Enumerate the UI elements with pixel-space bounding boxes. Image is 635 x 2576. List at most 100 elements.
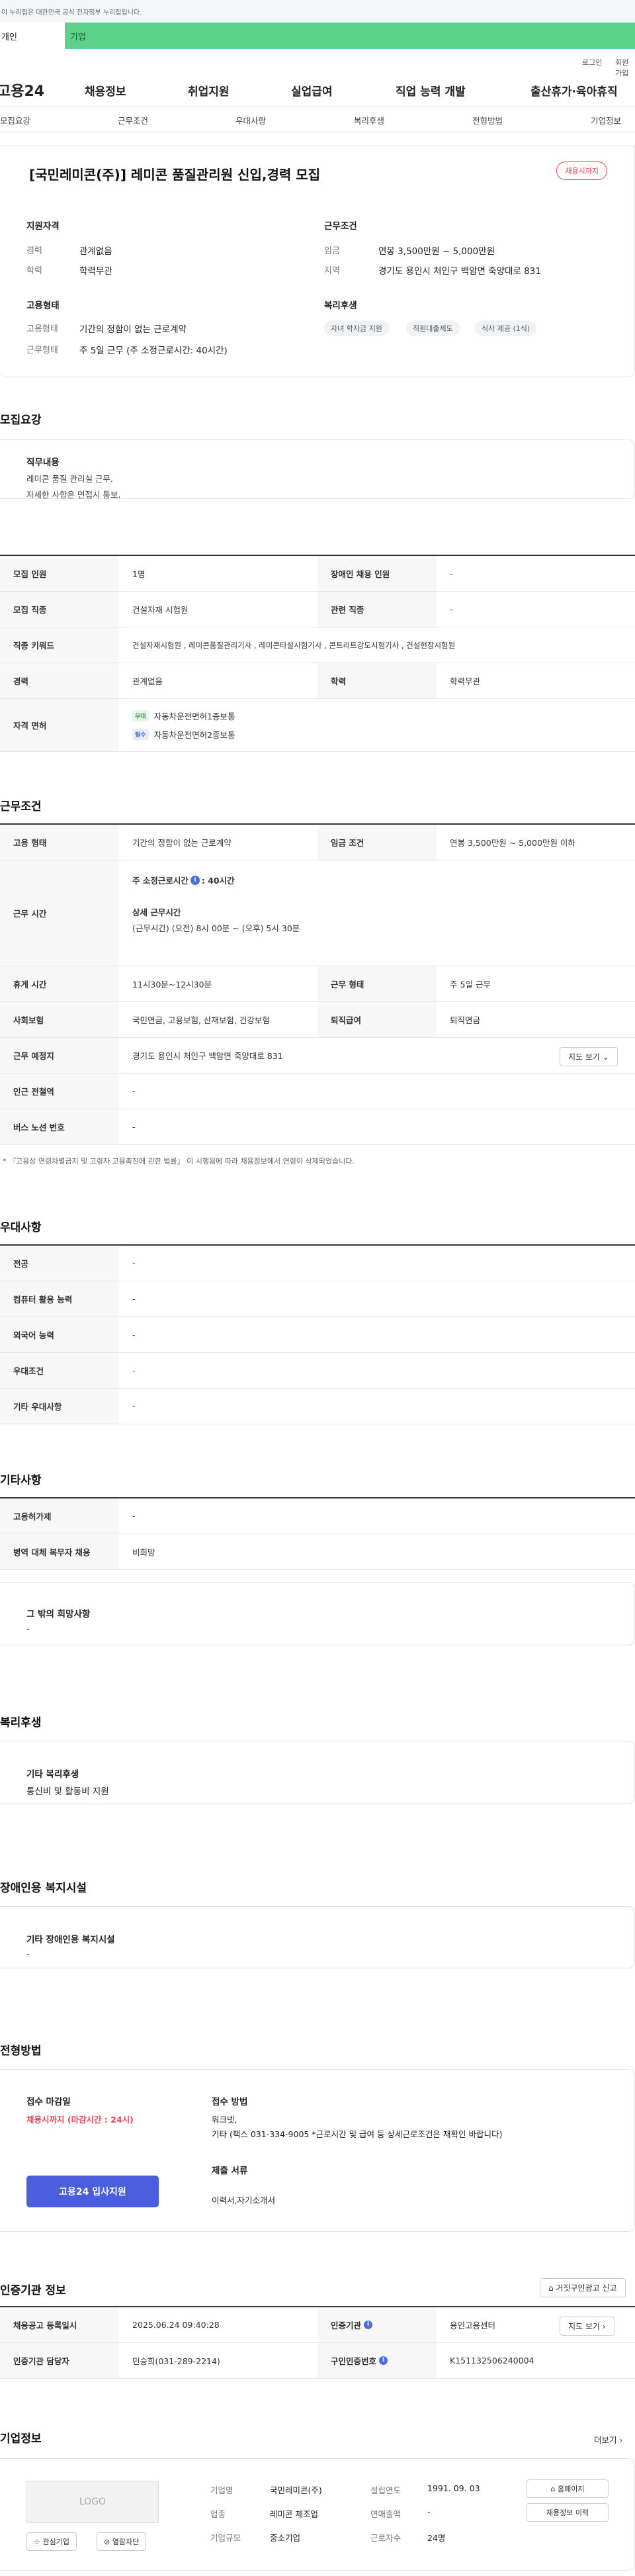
gnb-item-support[interactable]: 취업지원 [188,82,230,99]
report-button[interactable]: ⌂ 거짓구인광고 신고 [540,2278,626,2297]
company-name: 국민레미콘(주) [270,2485,322,2495]
row-value: - [450,569,453,578]
sales-label: 연매출액 [370,2509,402,2519]
row-label: 장애인 채용 인원 [318,556,437,591]
row-label: 인증기관 담당자 [0,2343,119,2378]
how-value: 워크넷, [212,2115,237,2125]
row-value: - [132,1330,136,1340]
other-value: - [26,1624,30,1634]
founded-label: 설립연도 [370,2485,402,2495]
row-label: 고용허가제 [0,1498,119,1534]
table-row: 인증기관 담당자 민승희(031-289-2214) 구인인증번호 i K1511… [0,2343,635,2379]
section-tabs: 모집요강 근무조건 우대사항 복리후생 전형방법 기업정보 [0,107,635,132]
info-icon[interactable]: i [364,2321,373,2329]
method-box [0,2069,635,2232]
table-row: 근무 예정지 경기도 용인시 처인구 백암면 죽양대로 831 지도 보기 ⌄ [0,1038,635,1074]
row-value: 11시30분~12시30분 [132,980,212,989]
employees-value: 24명 [427,2533,446,2543]
gnb-item-leave[interactable]: 출산휴가·육아휴직 [530,82,618,99]
tab-preference[interactable]: 우대사항 [235,114,266,126]
tab-company-info[interactable]: 기업정보 [591,114,621,126]
tab-welfare[interactable]: 복리후생 [354,114,384,126]
gnb-item-training[interactable]: 직업 능력 개발 [396,82,466,99]
welfare-chip: 식사 제공 (1식) [475,320,537,336]
row-label: 모집 인원 [0,556,119,591]
disab-title: 장애인용 복지시설 [0,1882,87,1895]
gnb-item-jobs[interactable]: 채용정보 [85,82,126,99]
table-row: 외국어 능력 - [0,1317,635,1353]
company-name-label: 기업명 [210,2485,233,2495]
row-value: - [450,604,453,614]
welfare-box-heading: 기타 복리후생 [26,1769,79,1780]
agency-table: 채용공고 등록일시 2025.06.24 09:40:28 인증기관 i 용인고용… [0,2306,635,2379]
row-label: 학력 [318,663,437,698]
row-label: 근무 형태 [318,966,437,1001]
history-button[interactable]: 채용정보 이력 [527,2503,609,2522]
row-value: 건설자재시험원 , 레미콘품질관리기사 , 레미콘타설시험기사 , 콘트리트강도… [132,640,456,650]
tab-company[interactable]: 기업 [65,23,635,49]
agency-map-button[interactable]: 지도 보기 › [560,2317,614,2336]
tab-conditions[interactable]: 근무조건 [118,114,148,126]
table-row: 채용공고 등록일시 2025.06.24 09:40:28 인증기관 i 용인고용… [0,2307,635,2343]
cond-heading: 근무조건 [324,221,357,232]
tab-personal[interactable]: 개인 [0,23,65,49]
tab-method[interactable]: 전형방법 [472,114,503,126]
work-value: 주 5일 근무 (주 소정근로시간: 40시간) [79,345,228,356]
wage-label: 임금 [324,246,340,256]
tab-recruit[interactable]: 모집요강 [0,114,30,126]
row-label: 직종 키워드 [0,627,119,663]
row-value: 1명 [132,569,146,579]
duty-heading: 직무내용 [26,457,60,468]
table-row: 전공 - [0,1246,635,1281]
row-value: 주 5일 근무 [450,980,491,989]
welfare-chip: 직원대출제도 [406,320,460,336]
row-value: - [132,1511,136,1521]
other-box: 그 밖의 희망사항 - [0,1582,635,1645]
table-row: 기타 우대사항 - [0,1389,635,1424]
row-label: 임금 조건 [318,825,437,860]
info-icon[interactable]: i [190,875,200,885]
edu-label: 학력 [26,266,42,276]
duty-box: 직무내용 레미콘 품질 관리실 근무. 자세한 사항은 면접시 통보. [0,439,635,500]
industry-label: 업종 [210,2509,226,2519]
license-item: 우대 자동차운전면허1종보통 [132,710,235,722]
edu-value: 학력무관 [79,266,112,277]
industry-value: 레미콘 제조업 [270,2509,318,2519]
agency-title: 인증기관 정보 [0,2284,66,2297]
homepage-button[interactable]: ⌂ 홈페이지 [527,2479,609,2498]
qual-heading: 지원자격 [26,221,60,232]
founded-value: 1991. 09. 03 [427,2483,480,2493]
org-label: 인증기관 [331,2321,362,2330]
info-icon[interactable]: i [379,2356,388,2365]
table-row: 고용허가제 - [0,1498,635,1534]
row-value: - [132,1294,136,1304]
company-more-link[interactable]: 더보기 › [594,2433,622,2446]
etc-title: 기타사항 [0,1474,42,1487]
row-value: - [132,1086,136,1096]
row-value: 비희망 [132,1547,155,1557]
gnb-item-unemployment[interactable]: 실업급여 [291,82,333,99]
table-row: 인근 전철역 - [0,1074,635,1109]
pref-table: 전공 - 컴퓨터 활용 능력 - 외국어 능력 - 우대조건 - 기타 우대사항 - [0,1244,635,1424]
row-label: 자격 면허 [0,699,119,751]
welfare-box: 기타 복리후생 통신비 및 활동비 지원 [0,1741,635,1804]
table-row: 고용 형태 기간의 정함이 없는 근로계약 임금 조건 연봉 3,500만원 ~… [0,825,635,860]
size-label: 기업규모 [210,2533,241,2543]
table-row: 모집 직종 건설자재 시험원 관련 직종 - [0,592,635,627]
table-row: 모집 인원 1명 장애인 채용 인원 - [0,556,635,592]
login-link[interactable]: 로그인 [582,57,602,68]
duty-line: 레미콘 품질 관리실 근무. [26,474,113,484]
age-footnote: * 『고용상 연령차별금지 및 고령자 고용촉진에 관한 법률』 이 시행됨에 … [3,1157,355,1166]
row-label: 외국어 능력 [0,1317,119,1352]
report-icon: ⌂ [548,2283,556,2293]
report-label: 거짓구인광고 신고 [556,2283,617,2293]
block-button[interactable]: ⊘ 열람차단 [97,2532,147,2551]
wage-value: 연봉 3,500만원 ~ 5,000만원 [378,246,495,257]
row-label: 사회보험 [0,1002,119,1037]
site-logo[interactable]: 고용24 [0,79,44,101]
favorite-button[interactable]: ☆ 관심기업 [26,2532,77,2551]
block-icon: ⊘ [104,2538,112,2546]
no-label: 구인인증번호 [331,2356,377,2366]
apply-button[interactable]: 고용24 입사지원 [26,2176,159,2207]
map-button[interactable]: 지도 보기 ⌄ [560,1047,618,1066]
